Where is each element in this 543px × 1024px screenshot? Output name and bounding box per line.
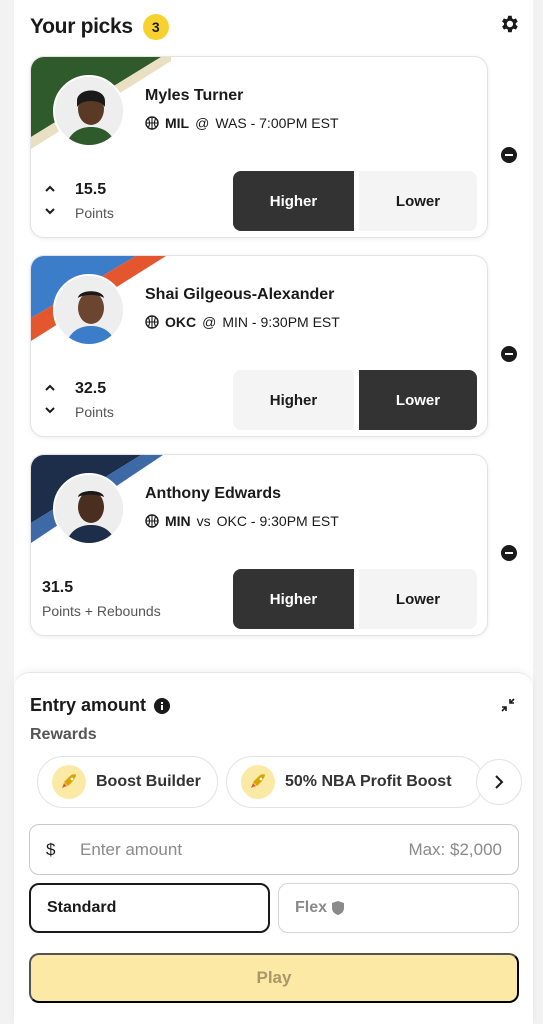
team-abbr: MIL bbox=[165, 115, 190, 131]
rocket-icon bbox=[241, 765, 275, 799]
standard-mode-button[interactable]: Standard bbox=[29, 883, 270, 933]
stat-line-value: 15.5 bbox=[75, 181, 107, 198]
opponent-time: OKC - 9:30PM EST bbox=[216, 513, 339, 529]
lower-button[interactable]: Lower bbox=[359, 569, 477, 629]
entry-amount-input[interactable]: $ Enter amount Max: $2,000 bbox=[29, 824, 519, 875]
currency-symbol: $ bbox=[46, 839, 56, 859]
stat-line-label: Points bbox=[75, 205, 114, 221]
team-abbr: OKC bbox=[165, 314, 197, 330]
shield-icon bbox=[332, 901, 345, 915]
player-avatar bbox=[53, 75, 125, 147]
opponent-time: MIN - 9:30PM EST bbox=[222, 314, 340, 330]
stat-line-value: 32.5 bbox=[75, 380, 107, 397]
amount-placeholder: Enter amount bbox=[80, 839, 183, 859]
max-amount: Max: $2,000 bbox=[408, 839, 502, 859]
page-title: Your picks bbox=[30, 15, 133, 38]
higher-button[interactable]: Higher bbox=[233, 569, 354, 629]
rewards-next-button[interactable] bbox=[476, 759, 522, 805]
game-matchup: MIN vs OKC - 9:30PM EST bbox=[145, 513, 339, 529]
reward-chip-boost-builder[interactable]: Boost Builder bbox=[37, 756, 218, 808]
entry-title: Entry amount bbox=[30, 695, 171, 716]
minus-circle-icon[interactable] bbox=[500, 345, 518, 363]
chevron-right-icon bbox=[495, 775, 504, 789]
reward-label: 50% NBA Profit Boost bbox=[285, 773, 452, 790]
picks-header: Your picks 3 bbox=[30, 12, 169, 42]
flex-mode-button[interactable]: Flex bbox=[278, 883, 519, 933]
minus-circle-icon[interactable] bbox=[500, 146, 518, 164]
flex-label: Flex bbox=[295, 899, 328, 916]
player-name: Shai Gilgeous-Alexander bbox=[145, 286, 335, 303]
basketball-icon bbox=[145, 514, 159, 528]
team-abbr: MIN bbox=[165, 513, 191, 529]
line-arrows-icon[interactable] bbox=[43, 182, 57, 218]
pick-card: Shai Gilgeous-Alexander OKC @ MIN - 9:30… bbox=[30, 255, 488, 437]
game-matchup: OKC @ MIN - 9:30PM EST bbox=[145, 314, 340, 330]
play-button[interactable]: Play bbox=[29, 953, 519, 1003]
player-name: Myles Turner bbox=[145, 87, 244, 104]
basketball-icon bbox=[145, 116, 159, 130]
matchup-separator: vs bbox=[196, 513, 211, 529]
reward-chip-profit-boost[interactable]: 50% NBA Profit Boost bbox=[226, 756, 484, 808]
entry-title-text: Entry amount bbox=[30, 695, 147, 715]
stat-line-value: 31.5 bbox=[42, 579, 74, 596]
collapse-icon[interactable] bbox=[500, 697, 516, 713]
stat-line-label: Points bbox=[75, 404, 114, 420]
opponent-time: WAS - 7:00PM EST bbox=[215, 115, 339, 131]
lower-button[interactable]: Lower bbox=[359, 370, 477, 430]
matchup-separator: @ bbox=[195, 115, 210, 131]
game-matchup: MIL @ WAS - 7:00PM EST bbox=[145, 115, 339, 131]
line-arrows-icon[interactable] bbox=[43, 381, 57, 417]
reward-label: Boost Builder bbox=[96, 773, 201, 790]
rocket-icon bbox=[52, 765, 86, 799]
pick-card: Myles Turner MIL @ WAS - 7:00PM EST 15.5… bbox=[30, 56, 488, 238]
pick-count-badge: 3 bbox=[142, 14, 169, 40]
player-avatar bbox=[53, 473, 125, 545]
higher-button[interactable]: Higher bbox=[233, 370, 354, 430]
player-avatar bbox=[53, 274, 125, 346]
rewards-label: Rewards bbox=[30, 726, 97, 743]
player-name: Anthony Edwards bbox=[145, 485, 282, 502]
entry-sheet: Entry amount Rewards Boost Builder 50% N… bbox=[14, 672, 533, 1024]
gear-icon[interactable] bbox=[498, 13, 520, 35]
basketball-icon bbox=[145, 315, 159, 329]
pick-card: Anthony Edwards MIN vs OKC - 9:30PM EST … bbox=[30, 454, 488, 636]
info-icon[interactable] bbox=[154, 697, 171, 714]
lower-button[interactable]: Lower bbox=[359, 171, 477, 231]
stat-line-label: Points + Rebounds bbox=[42, 603, 161, 619]
higher-button[interactable]: Higher bbox=[233, 171, 354, 231]
matchup-separator: @ bbox=[202, 314, 217, 330]
minus-circle-icon[interactable] bbox=[500, 544, 518, 562]
